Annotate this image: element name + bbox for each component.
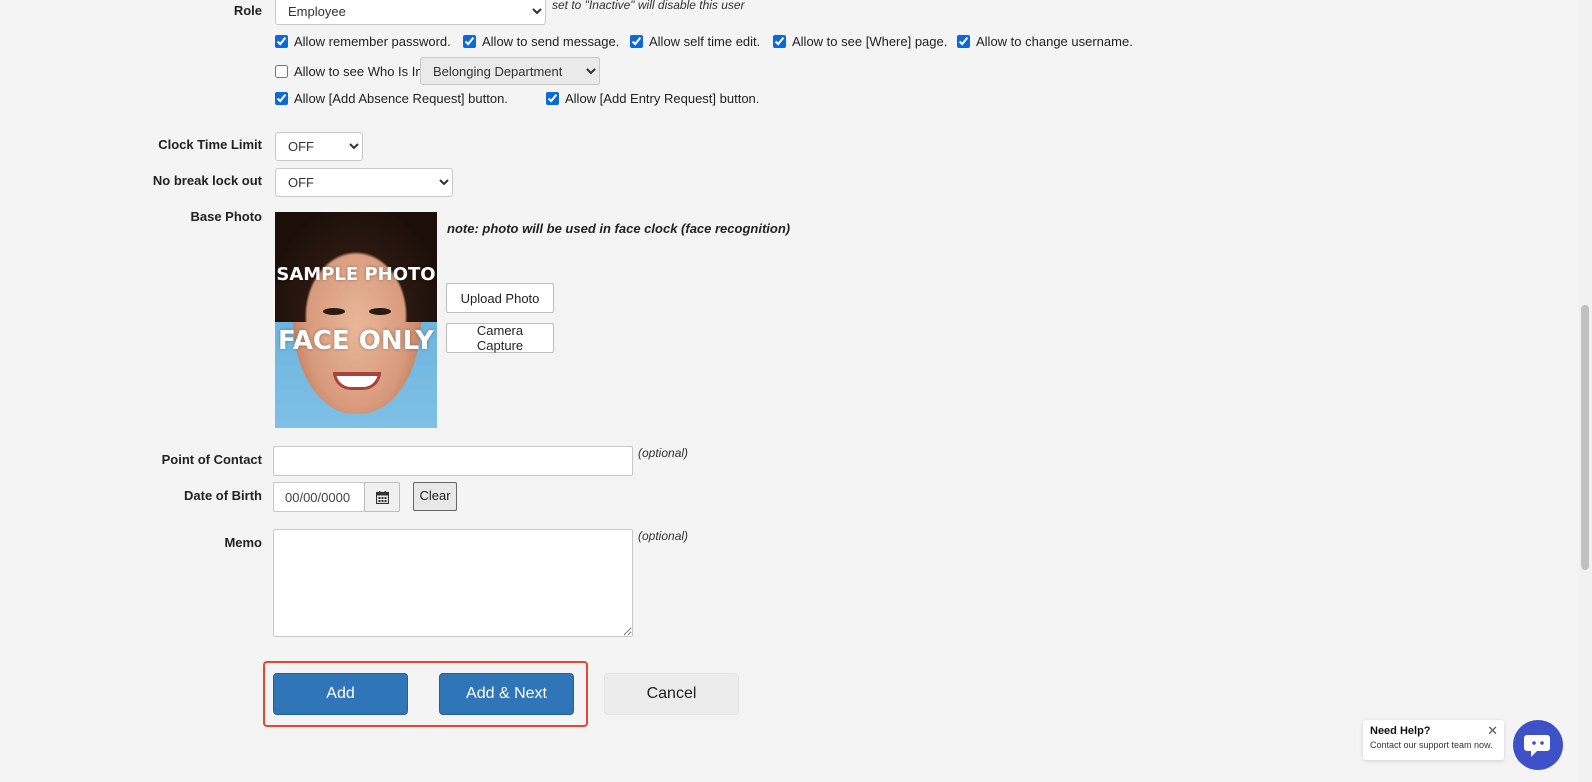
photo-note: note: photo will be used in face clock (… (447, 221, 791, 236)
perm-change-username[interactable]: Allow to change username. (957, 34, 1133, 49)
perm-where-page-label: Allow to see [Where] page. (792, 34, 948, 49)
chat-button[interactable] (1513, 720, 1563, 770)
calendar-icon (375, 490, 389, 504)
perm-where-page[interactable]: Allow to see [Where] page. (773, 34, 947, 49)
who-is-in-scope-select[interactable]: Belonging Department (420, 57, 600, 85)
perm-send-message-checkbox[interactable] (463, 35, 476, 48)
perm-add-absence[interactable]: Allow [Add Absence Request] button. (275, 91, 508, 106)
clock-time-limit-select[interactable]: OFF (275, 132, 363, 161)
perm-who-is-in-checkbox[interactable] (275, 65, 288, 78)
perm-add-absence-checkbox[interactable] (275, 92, 288, 105)
right-eye (369, 308, 391, 315)
perm-add-entry-label: Allow [Add Entry Request] button. (565, 91, 760, 106)
clock-time-limit-label: Clock Time Limit (158, 137, 262, 152)
camera-capture-button[interactable]: Camera Capture (446, 323, 554, 353)
calendar-button[interactable] (364, 482, 400, 512)
photo-overlay-line1: SAMPLE PHOTO (276, 264, 436, 285)
perm-add-entry[interactable]: Allow [Add Entry Request] button. (546, 91, 759, 106)
upload-photo-button[interactable]: Upload Photo (446, 283, 554, 313)
help-subtitle: Contact our support team now. (1370, 740, 1493, 750)
memo-textarea[interactable] (273, 529, 633, 637)
perm-self-time-edit[interactable]: Allow self time edit. (630, 34, 760, 49)
perm-add-entry-checkbox[interactable] (546, 92, 559, 105)
perm-who-is-in[interactable]: Allow to see Who Is In. (275, 64, 426, 79)
role-note: set to "Inactive" will disable this user (552, 0, 745, 12)
date-of-birth-label: Date of Birth (184, 488, 262, 503)
add-button[interactable]: Add (273, 673, 408, 715)
perm-change-username-label: Allow to change username. (976, 34, 1133, 49)
perm-remember-password[interactable]: Allow remember password. (275, 34, 451, 49)
base-photo-label: Base Photo (190, 209, 262, 224)
scrollbar-thumb[interactable] (1581, 305, 1589, 570)
cancel-button[interactable]: Cancel (604, 673, 739, 715)
photo-overlay-line2: FACE ONLY (278, 326, 434, 356)
perm-send-message[interactable]: Allow to send message. (463, 34, 619, 49)
perm-send-message-label: Allow to send message. (482, 34, 620, 49)
sample-photo: SAMPLE PHOTO FACE ONLY (275, 212, 437, 428)
help-title: Need Help? (1370, 725, 1431, 737)
date-of-birth-input[interactable] (273, 482, 365, 512)
chat-bot-icon (1524, 735, 1550, 757)
role-label: Role (233, 3, 262, 18)
point-of-contact-label: Point of Contact (161, 452, 262, 467)
help-popup[interactable]: Need Help? Contact our support team now.… (1363, 720, 1504, 760)
point-of-contact-input[interactable] (273, 446, 633, 476)
point-of-contact-hint: (optional) (638, 446, 689, 460)
no-break-lockout-select[interactable]: OFF (275, 168, 453, 197)
memo-label: Memo (224, 535, 262, 550)
memo-hint: (optional) (638, 529, 689, 543)
add-next-button[interactable]: Add & Next (439, 673, 574, 715)
perm-remember-password-label: Allow remember password. (294, 34, 451, 49)
perm-change-username-checkbox[interactable] (957, 35, 970, 48)
clear-date-button[interactable]: Clear (413, 482, 457, 511)
perm-add-absence-label: Allow [Add Absence Request] button. (294, 91, 508, 106)
role-select[interactable]: Employee (275, 0, 546, 25)
perm-who-is-in-label: Allow to see Who Is In. (294, 64, 427, 79)
perm-remember-password-checkbox[interactable] (275, 35, 288, 48)
perm-self-time-edit-label: Allow self time edit. (649, 34, 761, 49)
perm-where-page-checkbox[interactable] (773, 35, 786, 48)
close-icon[interactable]: ✕ (1487, 723, 1498, 739)
perm-self-time-edit-checkbox[interactable] (630, 35, 643, 48)
no-break-lockout-label: No break lock out (152, 173, 262, 188)
left-eye (323, 308, 345, 315)
